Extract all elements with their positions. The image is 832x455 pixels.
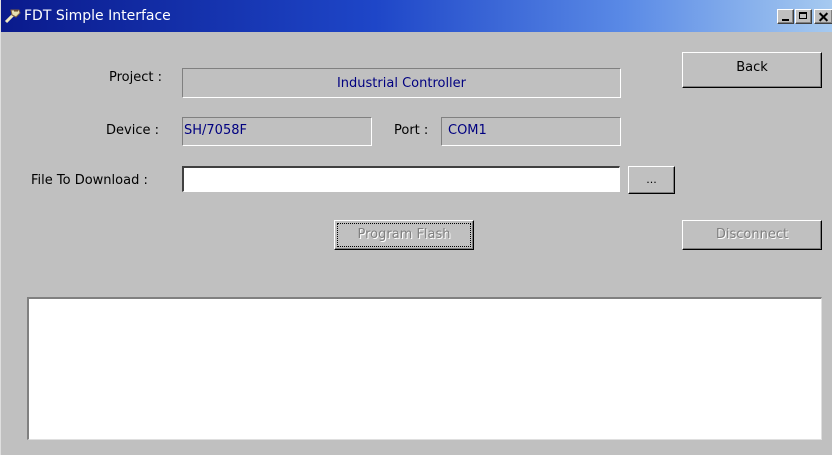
- close-button[interactable]: [814, 9, 832, 24]
- port-label: Port :: [394, 123, 429, 138]
- device-field: SH/7058F: [182, 117, 372, 146]
- browse-button[interactable]: ...: [628, 166, 675, 194]
- program-flash-button[interactable]: Program Flash: [334, 220, 474, 250]
- project-value: Industrial Controller: [336, 76, 467, 91]
- browse-label: ...: [646, 173, 657, 186]
- program-flash-label: Program Flash: [357, 227, 451, 242]
- title-bar[interactable]: FDT Simple Interface: [1, 0, 832, 32]
- project-label: Project :: [109, 70, 162, 85]
- output-log[interactable]: [27, 297, 822, 440]
- disconnect-label: Disconnect: [715, 227, 789, 242]
- project-field: Industrial Controller: [182, 68, 621, 98]
- fdt-window: FDT Simple Interface Project : Industria…: [0, 0, 832, 455]
- back-button[interactable]: Back: [682, 52, 822, 88]
- file-label: File To Download :: [31, 173, 148, 188]
- disconnect-button[interactable]: Disconnect: [682, 220, 822, 250]
- port-value: COM1: [448, 123, 487, 138]
- device-value: SH/7058F: [184, 123, 247, 138]
- back-label: Back: [736, 60, 768, 75]
- file-path-input[interactable]: [182, 166, 620, 192]
- minimize-button[interactable]: [777, 9, 794, 24]
- app-icon: [4, 9, 21, 24]
- device-label: Device :: [106, 123, 159, 138]
- window-title: FDT Simple Interface: [24, 8, 171, 24]
- port-field: COM1: [441, 117, 621, 146]
- maximize-button[interactable]: [795, 9, 812, 24]
